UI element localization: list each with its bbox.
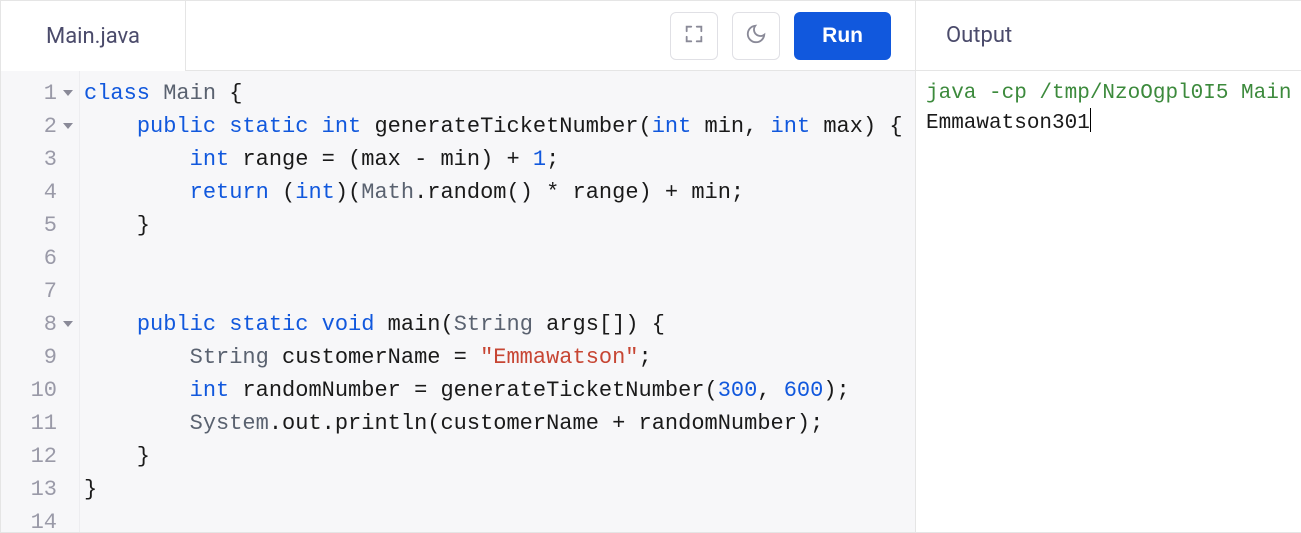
line-number: 3	[1, 143, 79, 176]
line-number: 13	[1, 473, 79, 506]
output-header: Output	[916, 1, 1301, 71]
editor-pane: Main.java	[1, 1, 916, 532]
code-line: int range = (max - min) + 1;	[84, 143, 915, 176]
output-pane: Output java -cp /tmp/NzoOgpl0I5 Main Emm…	[916, 1, 1301, 532]
line-number: 7	[1, 275, 79, 308]
line-number: 12	[1, 440, 79, 473]
moon-icon	[745, 23, 767, 48]
file-tab-label: Main.java	[46, 24, 140, 49]
editor-header: Main.java	[1, 1, 915, 71]
code-line	[84, 506, 915, 532]
line-number: 10	[1, 374, 79, 407]
line-number: 6	[1, 242, 79, 275]
file-tab[interactable]: Main.java	[1, 1, 186, 71]
output-command: java -cp /tmp/NzoOgpl0I5 Main	[926, 82, 1291, 105]
fullscreen-button[interactable]	[670, 12, 718, 60]
code-line: String customerName = "Emmawatson";	[84, 341, 915, 374]
editor-toolbar: Run	[186, 1, 915, 71]
code-line: class Main {	[84, 77, 915, 110]
line-number: 1	[1, 77, 79, 110]
line-number: 4	[1, 176, 79, 209]
code-line: }	[84, 440, 915, 473]
fullscreen-icon	[683, 23, 705, 48]
run-button-label: Run	[822, 24, 863, 47]
app-root: Main.java	[0, 0, 1301, 533]
line-number: 9	[1, 341, 79, 374]
line-number: 5	[1, 209, 79, 242]
code-line: return (int)(Math.random() * range) + mi…	[84, 176, 915, 209]
code-line: public static void main(String args[]) {	[84, 308, 915, 341]
line-number: 8	[1, 308, 79, 341]
code-line: }	[84, 209, 915, 242]
line-number: 14	[1, 506, 79, 532]
code-line: }	[84, 473, 915, 506]
code-line: public static int generateTicketNumber(i…	[84, 110, 915, 143]
output-cursor	[1090, 108, 1091, 132]
code-editor[interactable]: 1234567891011121314 class Main { public …	[1, 71, 915, 532]
code-line: int randomNumber = generateTicketNumber(…	[84, 374, 915, 407]
code-line	[84, 275, 915, 308]
code-line: System.out.println(customerName + random…	[84, 407, 915, 440]
output-body[interactable]: java -cp /tmp/NzoOgpl0I5 Main Emmawatson…	[916, 71, 1301, 532]
output-title: Output	[946, 23, 1012, 48]
line-number: 2	[1, 110, 79, 143]
line-number: 11	[1, 407, 79, 440]
run-button[interactable]: Run	[794, 12, 891, 60]
code-line	[84, 242, 915, 275]
code-area[interactable]: class Main { public static int generateT…	[79, 71, 915, 532]
output-result: Emmawatson301	[926, 112, 1090, 135]
theme-button[interactable]	[732, 12, 780, 60]
line-gutter: 1234567891011121314	[1, 71, 79, 532]
